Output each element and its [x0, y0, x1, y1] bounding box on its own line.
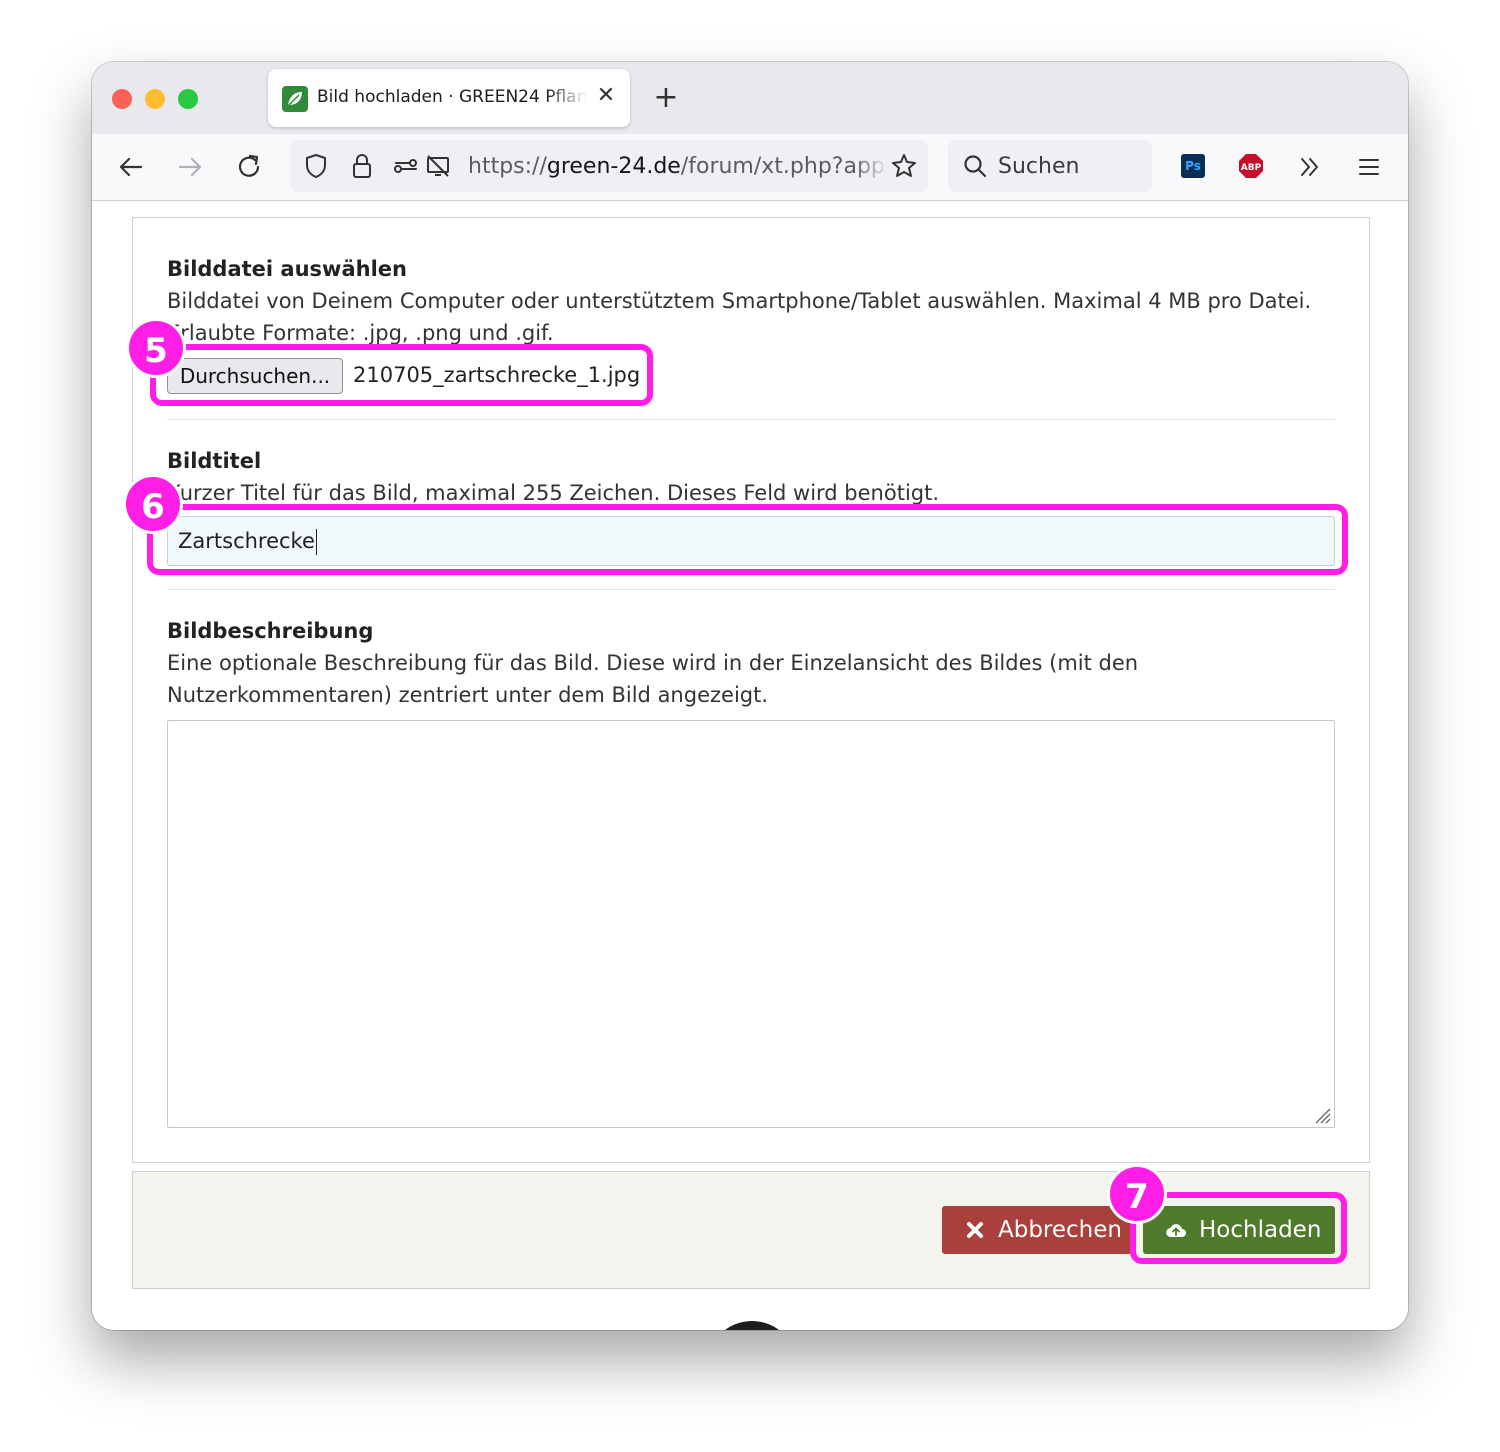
x-icon — [967, 1222, 983, 1238]
step-badge-7: 7 — [1107, 1164, 1167, 1224]
search-box[interactable]: Suchen — [948, 140, 1152, 192]
new-tab-button[interactable]: + — [650, 80, 682, 116]
cancel-button[interactable]: Abbrechen — [942, 1206, 1132, 1254]
reload-icon[interactable] — [234, 152, 264, 182]
tab-active[interactable]: Bild hochladen · GREEN24 Pflanzen ✕ — [268, 69, 630, 127]
adblock-plus-icon[interactable]: ABP — [1237, 152, 1265, 180]
description-label: Bildbeschreibung — [167, 619, 374, 643]
scroll-to-top-button[interactable] — [707, 1321, 797, 1330]
overflow-chevrons-icon[interactable] — [1297, 154, 1323, 180]
screen-share-blocked-icon[interactable] — [424, 152, 452, 180]
tab-title: Bild hochladen · GREEN24 Pflanzen — [317, 87, 587, 107]
minimize-window-button[interactable] — [145, 89, 165, 109]
title-label: Bildtitel — [167, 449, 262, 473]
highlight-step-6 — [147, 504, 1348, 575]
step-badge-6: 6 — [123, 474, 183, 534]
close-tab-icon[interactable]: ✕ — [594, 84, 618, 108]
bookmark-star-icon[interactable] — [890, 152, 918, 180]
file-help-text: Bilddatei von Deinem Computer oder unter… — [167, 289, 1312, 345]
url-text[interactable]: https://green-24.de/forum/xt.php?app= — [468, 153, 888, 181]
tab-bar: Bild hochladen · GREEN24 Pflanzen ✕ + — [92, 62, 1408, 134]
description-textarea[interactable] — [167, 720, 1335, 1128]
divider — [167, 419, 1335, 420]
back-arrow-icon[interactable] — [116, 152, 146, 182]
divider — [167, 589, 1335, 590]
highlight-step-5 — [150, 344, 653, 406]
forward-arrow-icon[interactable] — [175, 152, 205, 182]
svg-text:ABP: ABP — [1241, 163, 1262, 173]
lock-icon[interactable] — [348, 152, 376, 180]
step-badge-5: 5 — [126, 318, 186, 378]
close-window-button[interactable] — [112, 89, 132, 109]
search-icon — [964, 155, 987, 178]
file-label: Bilddatei auswählen — [167, 257, 407, 281]
resize-grip-icon[interactable] — [1311, 1104, 1331, 1124]
permissions-icon[interactable] — [392, 152, 420, 180]
shield-icon[interactable] — [302, 152, 330, 180]
description-help-text: Eine optionale Beschreibung für das Bild… — [167, 651, 1139, 707]
zoom-window-button[interactable] — [178, 89, 198, 109]
navigation-toolbar: https://green-24.de/forum/xt.php?app= Su… — [92, 134, 1408, 201]
hamburger-menu-icon[interactable] — [1356, 154, 1382, 180]
leaf-favicon-icon — [282, 86, 308, 112]
photoshop-extension-icon[interactable]: Ps — [1181, 154, 1205, 178]
address-bar[interactable]: https://green-24.de/forum/xt.php?app= — [290, 140, 928, 192]
search-placeholder: Suchen — [998, 154, 1080, 179]
cancel-button-label: Abbrechen — [998, 1217, 1122, 1243]
browser-window: Bild hochladen · GREEN24 Pflanzen ✕ + ht… — [92, 62, 1408, 1330]
